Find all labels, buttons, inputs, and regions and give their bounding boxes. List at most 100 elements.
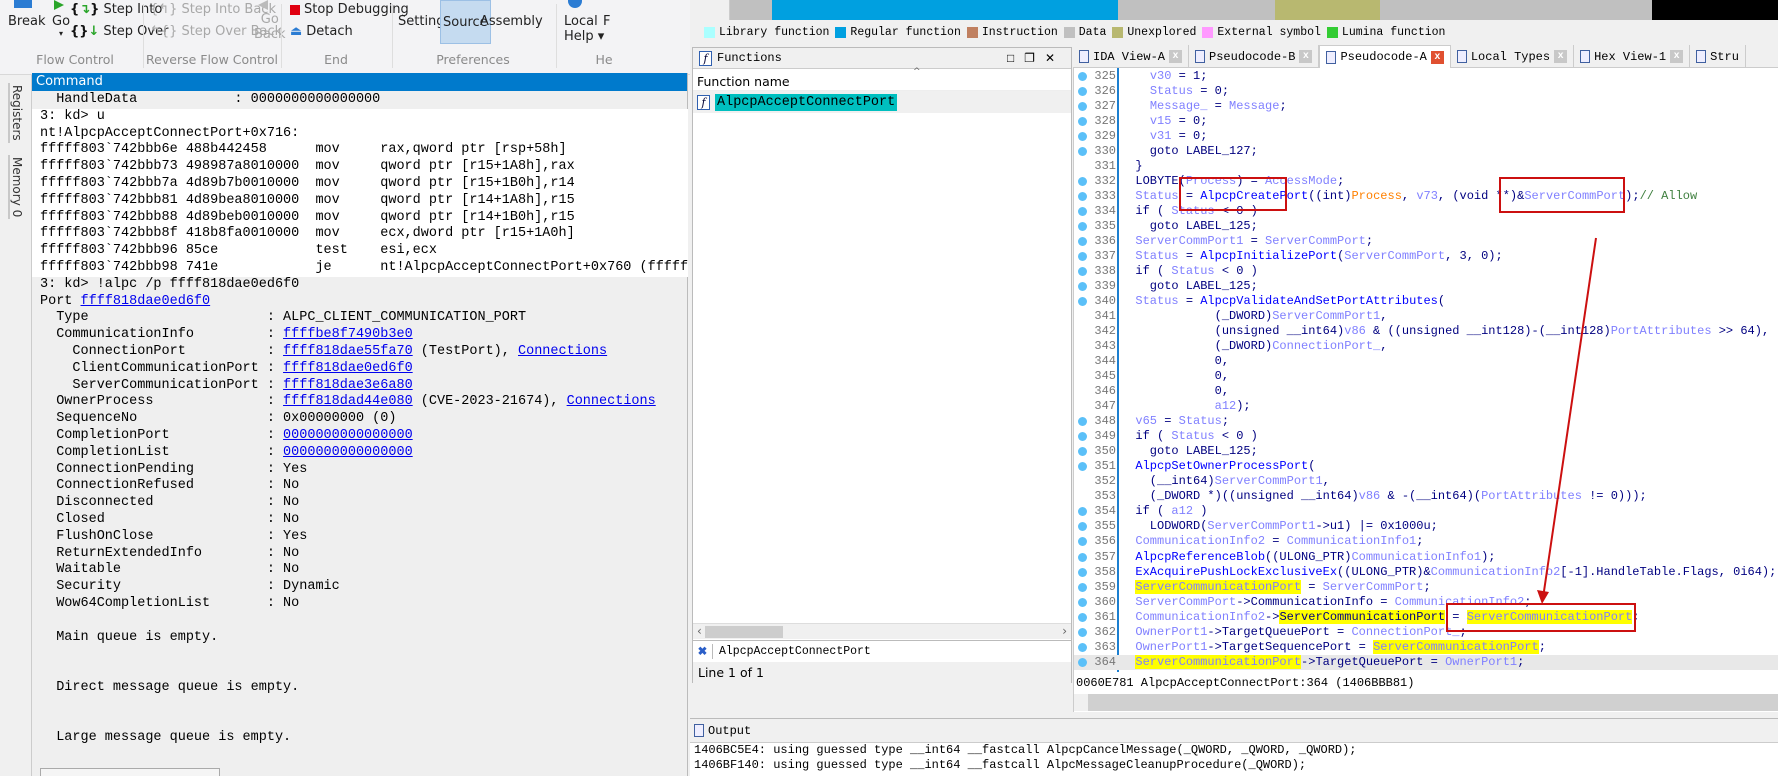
column-header-function-name[interactable]: Function name ^: [693, 67, 1071, 91]
code-line[interactable]: 345 0,: [1074, 369, 1778, 384]
tab-ida-view-a[interactable]: IDA View-A x: [1073, 45, 1190, 68]
function-token[interactable]: AlpcpCreatePort: [1200, 189, 1308, 203]
breakpoint-dot-icon[interactable]: [1078, 552, 1087, 562]
variable-token[interactable]: Status: [1179, 414, 1222, 428]
variable-token[interactable]: Message: [1229, 99, 1279, 113]
code-line[interactable]: 360 ServerCommPort->CommunicationInfo = …: [1074, 595, 1778, 610]
variable-token[interactable]: Message_: [1150, 99, 1208, 113]
code-line[interactable]: 356 CommunicationInfo2 = CommunicationIn…: [1074, 534, 1778, 549]
close-icon[interactable]: ✕: [1045, 52, 1065, 66]
breakpoint-dot-icon[interactable]: [1078, 252, 1087, 262]
variable-token[interactable]: v86: [1359, 489, 1381, 503]
code-line[interactable]: 344 0,: [1074, 354, 1778, 369]
go-button[interactable]: Go ▾: [52, 0, 70, 38]
code-line[interactable]: 353 (_DWORD *)((unsigned __int64)v86 & -…: [1074, 489, 1778, 504]
breakpoint-dot-icon[interactable]: [1078, 537, 1087, 547]
code-line[interactable]: 341 (_DWORD)ServerCommPort1,: [1074, 309, 1778, 324]
breakpoint-dot-icon[interactable]: [1078, 282, 1087, 292]
variable-token[interactable]: PortAttributes: [1481, 489, 1582, 503]
address-link[interactable]: 0000000000000000: [283, 428, 413, 443]
function-list-item[interactable]: f AlpcpAcceptConnectPort: [693, 91, 1071, 113]
scroll-right-icon[interactable]: ›: [1062, 624, 1067, 638]
function-token[interactable]: AlpcpValidateAndSetPortAttributes: [1200, 294, 1438, 308]
variable-token[interactable]: CommunicationInfo1: [1287, 534, 1417, 548]
assembly-button[interactable]: Assembly: [480, 14, 543, 29]
variable-token[interactable]: v31: [1150, 129, 1172, 143]
close-tab-icon[interactable]: x: [1670, 50, 1684, 63]
code-line[interactable]: 335 goto LABEL_125;: [1074, 219, 1778, 234]
variable-token[interactable]: OwnerPort1: [1135, 625, 1207, 639]
breakpoint-dot-icon[interactable]: [1078, 297, 1087, 307]
code-line[interactable]: 334 if ( Status < 0 ): [1074, 204, 1778, 219]
highlighted-token[interactable]: ServerCommunicationPort: [1373, 639, 1539, 654]
code-line[interactable]: 355 LODWORD(ServerCommPort1->u1) |= 0x10…: [1074, 519, 1778, 534]
code-line[interactable]: 331 }: [1074, 159, 1778, 174]
tab-memory-0[interactable]: Memory 0: [8, 155, 24, 220]
tab-local-types[interactable]: Local Types x: [1451, 45, 1575, 68]
variable-token[interactable]: Status: [1171, 429, 1214, 443]
breakpoint-dot-icon[interactable]: [1078, 417, 1087, 427]
scroll-left-icon[interactable]: ‹: [697, 624, 702, 638]
highlighted-token[interactable]: ServerCommunicationPort: [1135, 654, 1302, 669]
variable-token[interactable]: Status: [1171, 264, 1214, 278]
breakpoint-dot-icon[interactable]: [1078, 612, 1087, 622]
variable-token[interactable]: v15: [1150, 114, 1172, 128]
variable-token[interactable]: a12: [1171, 504, 1193, 518]
variable-token[interactable]: ServerCommPort1: [1135, 234, 1243, 248]
close-tab-icon[interactable]: x: [1430, 50, 1444, 64]
tab-pseudocode-a[interactable]: Pseudocode-A x: [1319, 45, 1451, 68]
function-token[interactable]: AlpcpReferenceBlob: [1135, 550, 1265, 564]
highlighted-token[interactable]: ServerCommunicationPort: [1135, 579, 1302, 594]
code-line[interactable]: 333 Status = AlpcpCreatePort((int)Proces…: [1074, 189, 1778, 204]
function-filter[interactable]: ✖ AlpcpAcceptConnectPort: [693, 640, 1071, 662]
variable-token[interactable]: CommunicationInfo1: [1351, 550, 1481, 564]
address-link[interactable]: ffff818dae0ed6f0: [283, 361, 413, 376]
tab-hex-view-1[interactable]: Hex View-1 x: [1574, 45, 1691, 68]
variable-token[interactable]: ServerCommPort: [1323, 580, 1424, 594]
connections-link[interactable]: Connections: [518, 344, 607, 359]
breakpoint-dot-icon[interactable]: [1078, 432, 1087, 442]
variable-token[interactable]: CommunicationInfo2: [1135, 610, 1265, 624]
code-line[interactable]: 359 ServerCommunicationPort = ServerComm…: [1074, 579, 1778, 595]
local-help-button[interactable]: Local Help ▾: [564, 0, 604, 44]
ribbon-button-truncated[interactable]: F: [603, 14, 610, 29]
breakpoint-dot-icon[interactable]: [1078, 117, 1087, 127]
variable-token[interactable]: ServerCommPort: [1524, 189, 1625, 203]
connections-link[interactable]: Connections: [567, 394, 656, 409]
code-line[interactable]: 339 goto LABEL_125;: [1074, 279, 1778, 294]
variable-token[interactable]: v86: [1344, 324, 1366, 338]
clear-filter-icon[interactable]: ✖: [693, 644, 713, 659]
highlighted-token[interactable]: ServerCommunicationPort: [1279, 609, 1446, 624]
variable-token[interactable]: ServerCommPort: [1135, 595, 1236, 609]
code-line[interactable]: 337 Status = AlpcpInitializePort(ServerC…: [1074, 249, 1778, 264]
code-line[interactable]: 325 v30 = 1;: [1074, 69, 1778, 84]
variable-token[interactable]: CommunicationInfo2: [1135, 534, 1265, 548]
code-line[interactable]: 351 AlpcpSetOwnerProcessPort(: [1074, 459, 1778, 474]
stop-debugging-button[interactable]: Stop Debugging: [290, 2, 409, 17]
variable-token[interactable]: CommunicationInfo2: [1431, 565, 1561, 579]
variable-token[interactable]: Status: [1135, 294, 1178, 308]
function-token[interactable]: AlpcpSetOwnerProcessPort: [1135, 459, 1308, 473]
breakpoint-dot-icon[interactable]: [1078, 522, 1087, 532]
breakpoint-dot-icon[interactable]: [1078, 147, 1087, 157]
variable-token[interactable]: ServerCommPort: [1265, 234, 1366, 248]
breakpoint-dot-icon[interactable]: [1078, 447, 1087, 457]
code-line[interactable]: 348 v65 = Status;: [1074, 414, 1778, 429]
variable-token[interactable]: ServerCommPort1: [1272, 309, 1380, 323]
variable-token[interactable]: ConnectionPort_: [1272, 339, 1380, 353]
breakpoint-dot-icon[interactable]: [1078, 597, 1087, 607]
navigation-band[interactable]: [730, 0, 1778, 20]
break-button[interactable]: Break: [8, 0, 45, 29]
variable-token[interactable]: Status: [1150, 84, 1193, 98]
code-line[interactable]: 346 0,: [1074, 384, 1778, 399]
tab-pseudocode-b[interactable]: Pseudocode-B x: [1189, 45, 1320, 68]
breakpoint-dot-icon[interactable]: [1078, 582, 1087, 592]
code-line[interactable]: 350 goto LABEL_125;: [1074, 444, 1778, 459]
code-line[interactable]: 328 v15 = 0;: [1074, 114, 1778, 129]
breakpoint-dot-icon[interactable]: [1078, 87, 1087, 97]
breakpoint-dot-icon[interactable]: [1078, 207, 1087, 217]
code-line[interactable]: 327 Message_ = Message;: [1074, 99, 1778, 114]
breakpoint-dot-icon[interactable]: [1078, 657, 1087, 667]
horizontal-scrollbar[interactable]: [1074, 694, 1778, 711]
step-into-button[interactable]: {↴} Step Into: [70, 2, 162, 17]
